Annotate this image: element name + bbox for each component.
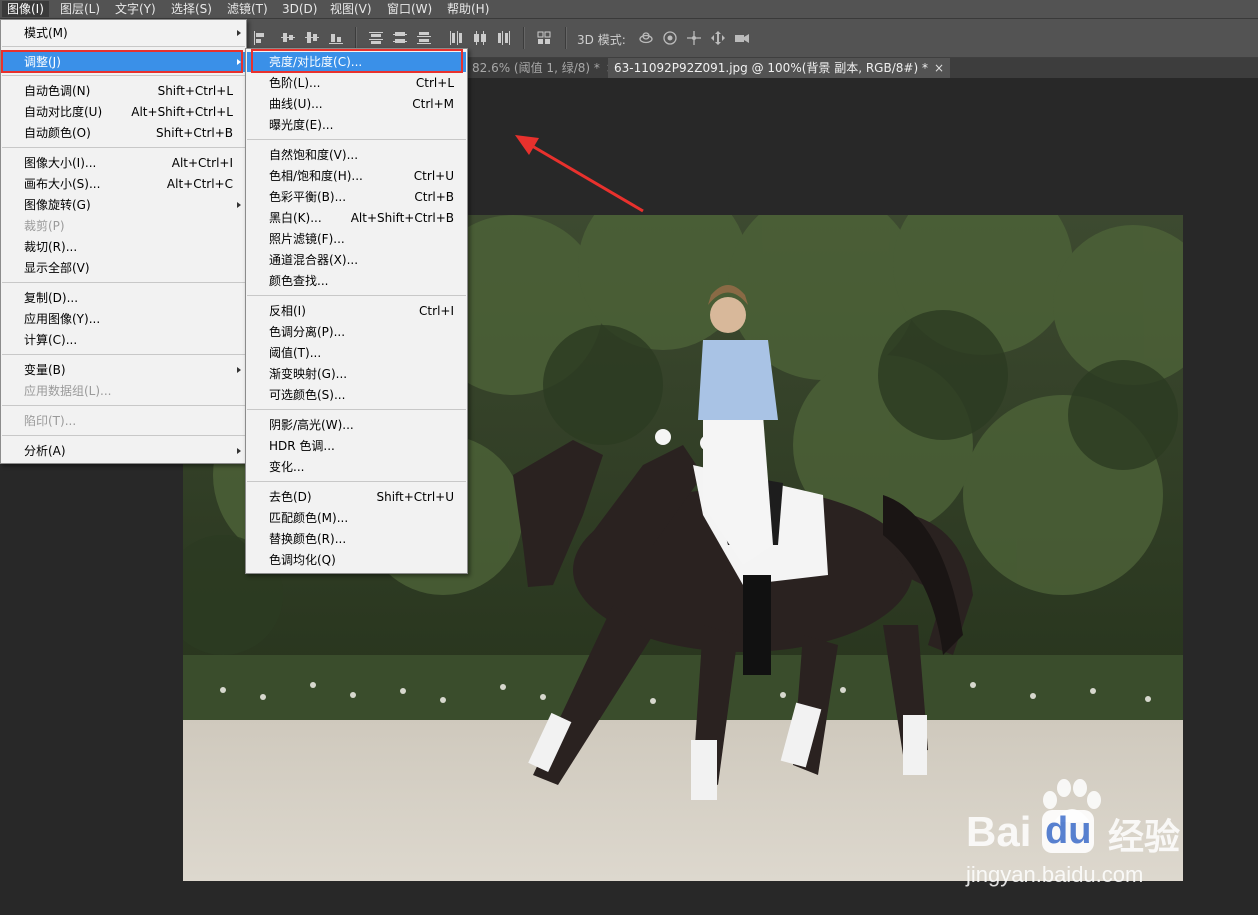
- menu-item-variations[interactable]: 变化...: [247, 457, 466, 477]
- close-icon[interactable]: ×: [934, 61, 944, 75]
- menu-separator: [2, 282, 245, 283]
- submenu-arrow-icon: [237, 448, 241, 454]
- menu-item-calculations[interactable]: 计算(C)...: [2, 330, 245, 350]
- menu-separator: [2, 405, 245, 406]
- annotation-arrow-icon: [515, 135, 644, 213]
- menu-filter[interactable]: 滤镜(T): [222, 1, 273, 17]
- watermark-brand-a: Bai: [966, 808, 1032, 855]
- 3d-pan-icon[interactable]: [686, 30, 702, 46]
- menu-separator: [247, 481, 466, 482]
- distribute-bottom-icon[interactable]: [416, 30, 432, 46]
- align-horizontal-centers-icon[interactable]: [280, 30, 296, 46]
- menu-item-auto-tone[interactable]: 自动色调(N) Shift+Ctrl+L: [2, 81, 245, 101]
- menu-item-replace-color[interactable]: 替换颜色(R)...: [247, 529, 466, 549]
- menu-select[interactable]: 选择(S): [166, 1, 217, 17]
- toolbar-divider: [565, 27, 567, 49]
- menu-separator: [247, 409, 466, 410]
- align-bottom-edges-icon[interactable]: [328, 30, 344, 46]
- menu-item-reveal-all[interactable]: 显示全部(V): [2, 258, 245, 278]
- menu-item-duplicate[interactable]: 复制(D)...: [2, 288, 245, 308]
- watermark-brand-cn: 经验: [1108, 817, 1181, 858]
- menu-separator: [2, 354, 245, 355]
- menu-item-channel-mixer[interactable]: 通道混合器(X)...: [247, 250, 466, 270]
- menu-item-posterize[interactable]: 色调分离(P)...: [247, 322, 466, 342]
- distribute-horizontal-centers-icon[interactable]: [472, 30, 488, 46]
- 3d-mode-label: 3D 模式:: [577, 33, 626, 47]
- menu-item-black-white[interactable]: 黑白(K)... Alt+Shift+Ctrl+B: [247, 208, 466, 228]
- menu-item-hdr-toning[interactable]: HDR 色调...: [247, 436, 466, 456]
- menu-item-desaturate[interactable]: 去色(D) Shift+Ctrl+U: [247, 487, 466, 507]
- menu-item-gradient-map[interactable]: 渐变映射(G)...: [247, 364, 466, 384]
- watermark-url: jingyan.baidu.com: [966, 862, 1144, 887]
- 3d-scale-camera-icon[interactable]: [734, 30, 750, 46]
- submenu-arrow-icon: [237, 30, 241, 36]
- menu-window[interactable]: 窗口(W): [382, 1, 437, 17]
- menu-separator: [247, 295, 466, 296]
- menu-item-trap: 陷印(T)...: [24, 414, 77, 428]
- distribute-top-icon[interactable]: [368, 30, 384, 46]
- toolbar-divider: [355, 27, 357, 49]
- menu-item-equalize[interactable]: 色调均化(Q): [247, 550, 466, 570]
- menu-separator: [2, 75, 245, 76]
- distribute-vertical-centers-icon[interactable]: [392, 30, 408, 46]
- menu-item-auto-color[interactable]: 自动颜色(O) Shift+Ctrl+B: [2, 123, 245, 143]
- menu-item-color-lookup[interactable]: 颜色查找...: [247, 271, 466, 291]
- annotation-highlight-brightness-contrast: [251, 49, 463, 73]
- menu-item-invert[interactable]: 反相(I) Ctrl+I: [247, 301, 466, 321]
- menu-item-levels[interactable]: 色阶(L)... Ctrl+L: [247, 73, 466, 93]
- image-menu-dropdown: 模式(M) 调整(J) 自动色调(N) Shift+Ctrl+L 自动对比度(U)…: [0, 19, 247, 464]
- menu-item-analysis[interactable]: 分析(A): [2, 441, 245, 461]
- menu-item-hue-saturation[interactable]: 色相/饱和度(H)... Ctrl+U: [247, 166, 466, 186]
- menu-item-curves[interactable]: 曲线(U)... Ctrl+M: [247, 94, 466, 114]
- menu-item-image-size[interactable]: 图像大小(I)... Alt+Ctrl+I: [2, 153, 245, 173]
- menu-item-trim[interactable]: 裁切(R)...: [2, 237, 245, 257]
- tab-label: 63-11092P92Z091.jpg @ 100%(背景 副本, RGB/8#…: [614, 61, 928, 75]
- align-left-edges-icon[interactable]: [252, 30, 268, 46]
- menu-item-photo-filter[interactable]: 照片滤镜(F)...: [247, 229, 466, 249]
- watermark-brand-b: du: [1042, 810, 1095, 853]
- tab-label: 82.6% (阈值 1, 绿/8) *: [472, 61, 600, 75]
- menu-view[interactable]: 视图(V): [325, 1, 377, 17]
- menu-item-shadows-highlights[interactable]: 阴影/高光(W)...: [247, 415, 466, 435]
- menu-item-auto-contrast[interactable]: 自动对比度(U) Alt+Shift+Ctrl+L: [2, 102, 245, 122]
- distribute-left-icon[interactable]: [448, 30, 464, 46]
- menu-item-vibrance[interactable]: 自然饱和度(V)...: [247, 145, 466, 165]
- 3d-roll-icon[interactable]: [662, 30, 678, 46]
- menu-item-threshold[interactable]: 阈值(T)...: [247, 343, 466, 363]
- menu-item-canvas-size[interactable]: 画布大小(S)... Alt+Ctrl+C: [2, 174, 245, 194]
- menu-separator: [2, 147, 245, 148]
- menu-layer[interactable]: 图层(L): [55, 1, 105, 17]
- auto-align-layers-icon[interactable]: [536, 30, 552, 46]
- menu-item-apply-data-set: 应用数据组(L)...: [24, 384, 112, 398]
- menu-type[interactable]: 文字(Y): [110, 1, 161, 17]
- adjustments-submenu: 亮度/对比度(C)... 色阶(L)... Ctrl+L 曲线(U)... Ctrl…: [245, 48, 468, 574]
- menu-separator: [2, 46, 245, 47]
- menu-item-variables[interactable]: 变量(B): [2, 360, 245, 380]
- menu-item-crop: 裁剪(P): [24, 219, 65, 233]
- menu-item-selective-color[interactable]: 可选颜色(S)...: [247, 385, 466, 405]
- menu-item-color-balance[interactable]: 色彩平衡(B)... Ctrl+B: [247, 187, 466, 207]
- submenu-arrow-icon: [237, 367, 241, 373]
- menu-item-match-color[interactable]: 匹配颜色(M)...: [247, 508, 466, 528]
- menu-bar: 图像(I) 图层(L) 文字(Y) 选择(S) 滤镜(T) 3D(D) 视图(V…: [0, 0, 1258, 19]
- tab-horse-photo[interactable]: 63-11092P92Z091.jpg @ 100%(背景 副本, RGB/8#…: [608, 58, 951, 78]
- menu-image[interactable]: 图像(I): [2, 1, 49, 17]
- menu-item-image-rotation[interactable]: 图像旋转(G): [2, 195, 245, 215]
- distribute-right-icon[interactable]: [496, 30, 512, 46]
- menu-3d[interactable]: 3D(D): [277, 1, 322, 17]
- menu-item-exposure[interactable]: 曝光度(E)...: [247, 115, 466, 135]
- menu-separator: [247, 139, 466, 140]
- menu-item-mode[interactable]: 模式(M): [2, 23, 245, 43]
- baidu-jingyan-watermark: Bai du 经验 jingyan.baidu.com: [958, 776, 1198, 896]
- align-right-edges-icon[interactable]: [304, 30, 320, 46]
- menu-separator: [2, 435, 245, 436]
- menu-item-apply-image[interactable]: 应用图像(Y)...: [2, 309, 245, 329]
- menu-help[interactable]: 帮助(H): [442, 1, 494, 17]
- 3d-orbit-icon[interactable]: [638, 30, 654, 46]
- toolbar-divider: [523, 27, 525, 49]
- tab-threshold-doc[interactable]: 82.6% (阈值 1, 绿/8) *×: [466, 58, 623, 78]
- annotation-highlight-adjustments: [1, 50, 243, 73]
- 3d-slide-icon[interactable]: [710, 30, 726, 46]
- submenu-arrow-icon: [237, 202, 241, 208]
